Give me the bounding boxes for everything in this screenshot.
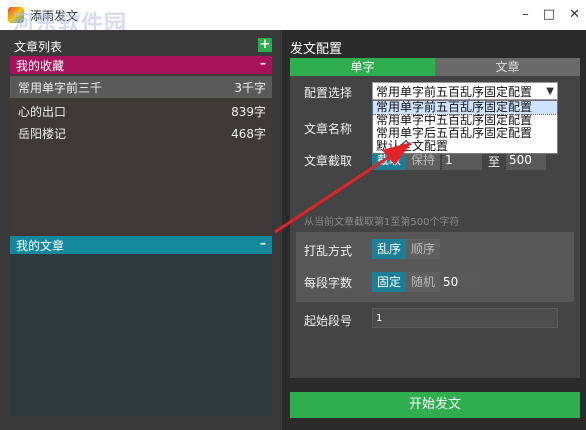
config-select[interactable]: 常用单字前五百乱序固定配置 ▼ <box>372 82 558 100</box>
my-articles-label: 我的文章 <box>16 238 65 253</box>
config-dropdown: 常用单字前五百乱序固定配置 常用单字中五百乱序固定配置 常用单字后五百乱序固定配… <box>372 100 558 154</box>
fixed-button[interactable]: 固定 <box>372 272 407 292</box>
window-title: 添雨发文 <box>30 8 79 23</box>
start-para-input[interactable]: 1 <box>372 308 558 328</box>
cut-to-label: 至 <box>488 155 501 169</box>
chevron-down-icon: ▼ <box>546 86 554 97</box>
tab-article[interactable]: 文章 <box>435 58 580 76</box>
item-count: 3千字 <box>234 80 266 95</box>
favorites-header[interactable]: 我的收藏 – <box>10 56 272 74</box>
send-config-panel: 发文配置 单字 文章 配置选择 常用单字前五百乱序固定配置 ▼ 常用单字前五百乱… <box>282 30 586 430</box>
dropdown-option[interactable]: 常用单字后五百乱序固定配置 <box>373 127 557 140</box>
maximize-icon[interactable]: □ <box>543 7 555 22</box>
start-send-button[interactable]: 开始发文 <box>290 392 580 418</box>
sequential-button[interactable]: 顺序 <box>406 239 441 259</box>
item-name: 常用单字前三千 <box>18 80 103 95</box>
minimize-icon[interactable]: – <box>522 7 529 22</box>
shuffle-button[interactable]: 乱序 <box>372 239 407 259</box>
config-select-label: 配置选择 <box>304 86 353 100</box>
title-bar: 添雨发文 河东软件园 – □ ✕ <box>0 0 586 37</box>
start-para-label: 起始段号 <box>304 314 353 328</box>
item-count: 468字 <box>231 126 266 141</box>
random-button[interactable]: 随机 <box>406 272 441 292</box>
mode-tabs: 单字 文章 <box>290 58 580 76</box>
article-name-label: 文章名称 <box>304 122 353 136</box>
add-article-icon[interactable]: + <box>258 38 272 52</box>
window-controls: – □ ✕ <box>522 7 580 22</box>
article-cut-label: 文章截取 <box>304 154 353 168</box>
app-icon <box>8 7 24 23</box>
item-count: 839字 <box>231 104 266 119</box>
list-header: 文章列表 + <box>0 36 282 56</box>
list-item[interactable]: 心的出口 839字 <box>10 100 272 122</box>
config-body: 配置选择 常用单字前五百乱序固定配置 ▼ 常用单字前五百乱序固定配置 常用单字中… <box>290 76 580 378</box>
per-segment-label: 每段字数 <box>304 276 353 290</box>
item-name: 心的出口 <box>18 104 67 119</box>
tab-single-char[interactable]: 单字 <box>290 58 435 76</box>
cut-hint: 从当前文章截取第1至第500个字符 <box>304 217 460 228</box>
my-articles-list <box>10 254 272 416</box>
my-articles-header[interactable]: 我的文章 – <box>10 236 272 254</box>
dropdown-option[interactable]: 常用单字前五百乱序固定配置 <box>372 100 558 115</box>
dropdown-option[interactable]: 默认全文配置 <box>373 140 557 153</box>
segment-count-input[interactable]: 50 <box>440 272 480 292</box>
list-header-title: 文章列表 <box>14 39 63 54</box>
item-name: 岳阳楼记 <box>18 126 67 141</box>
collapse-favorites-icon[interactable]: – <box>260 56 266 70</box>
close-icon[interactable]: ✕ <box>569 7 580 22</box>
dropdown-option[interactable]: 常用单字中五百乱序固定配置 <box>373 114 557 127</box>
collapse-my-articles-icon[interactable]: – <box>260 236 266 250</box>
article-list-panel: 文章列表 + 我的收藏 – 常用单字前三千 3千字 心的出口 839字 岳阳楼记… <box>0 30 282 430</box>
list-item[interactable]: 岳阳楼记 468字 <box>10 122 272 144</box>
list-item[interactable]: 常用单字前三千 3千字 <box>10 76 272 98</box>
config-select-value: 常用单字前五百乱序固定配置 <box>376 85 533 99</box>
favorites-label: 我的收藏 <box>16 58 65 73</box>
config-title: 发文配置 <box>290 42 343 57</box>
disrupt-label: 打乱方式 <box>304 244 353 258</box>
